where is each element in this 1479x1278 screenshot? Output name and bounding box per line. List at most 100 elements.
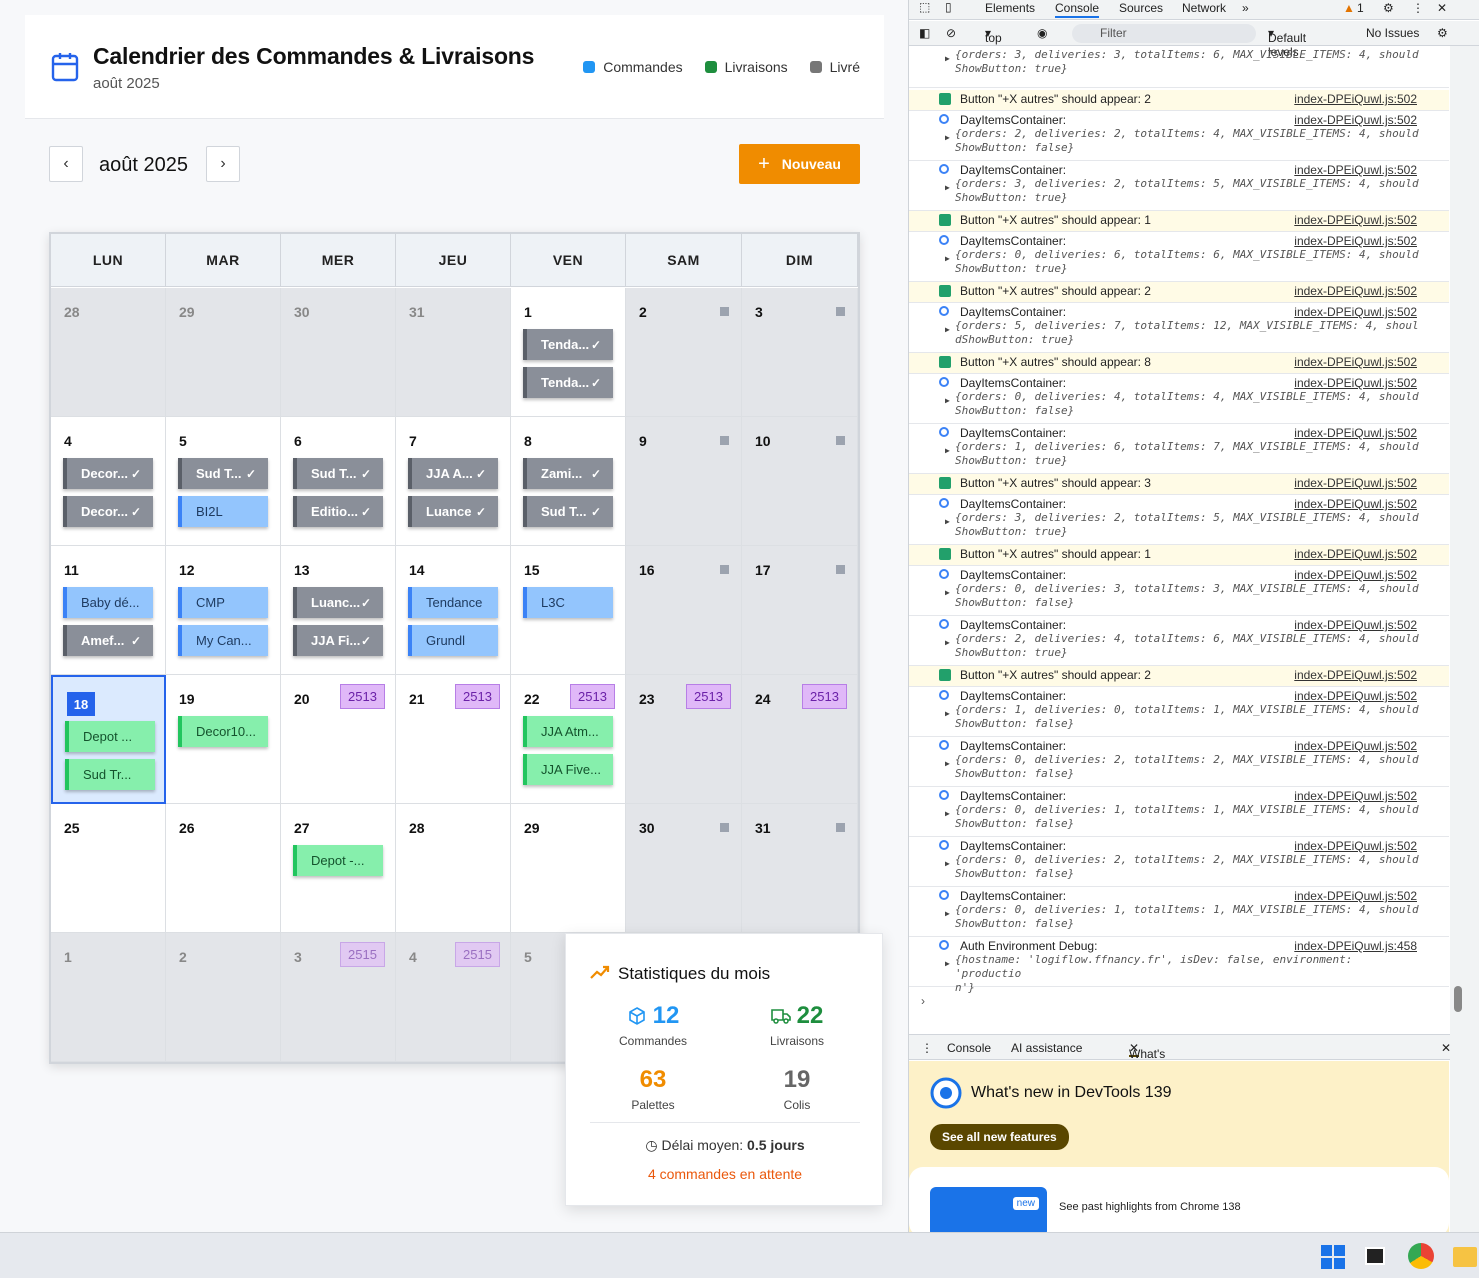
delivered-item[interactable]: JJA Fi... ✓ bbox=[293, 625, 383, 656]
close-icon[interactable]: ✕ bbox=[1437, 1, 1447, 15]
see-all-features-button[interactable]: See all new features bbox=[930, 1124, 1069, 1150]
log-source-link[interactable]: index-DPEiQuwl.js:502 bbox=[1294, 476, 1417, 490]
console-log-entry[interactable]: DayItemsContainer: index-DPEiQuwl.js:502 ▶… bbox=[909, 232, 1449, 282]
console-log-success[interactable]: Button "+X autres" should appear: 2 index… bbox=[909, 282, 1449, 303]
inspect-icon[interactable]: ⬚ bbox=[919, 0, 930, 14]
log-source-link[interactable]: index-DPEiQuwl.js:502 bbox=[1294, 234, 1417, 248]
delivered-item[interactable]: Tenda... ✓ bbox=[523, 367, 613, 398]
delivered-item[interactable]: Sud T... ✓ bbox=[523, 496, 613, 527]
tab-elements[interactable]: Elements bbox=[985, 1, 1035, 15]
prev-month-button[interactable]: ‹ bbox=[49, 146, 83, 182]
console-prompt[interactable]: › bbox=[921, 994, 925, 1008]
delivered-item[interactable]: Decor... ✓ bbox=[63, 496, 153, 527]
order-item[interactable]: BI2L bbox=[178, 496, 268, 527]
day-cell[interactable]: 3 2515 bbox=[281, 933, 396, 1062]
expand-triangle-icon[interactable]: ▶ bbox=[945, 709, 950, 718]
task-view-icon[interactable] bbox=[1365, 1247, 1385, 1265]
day-cell[interactable]: 4 Decor... ✓ Decor... ✓ bbox=[51, 417, 166, 546]
delivered-item[interactable]: Sud T... ✓ bbox=[178, 458, 268, 489]
day-cell[interactable]: 24 2513 bbox=[742, 675, 858, 804]
console-log-entry[interactable]: DayItemsContainer: index-DPEiQuwl.js:502 ▶… bbox=[909, 303, 1449, 353]
drawer-tab-whats-new[interactable]: What's new ✕ bbox=[1129, 1041, 1165, 1075]
expand-triangle-icon[interactable]: ▶ bbox=[945, 959, 950, 968]
console-settings-icon[interactable]: ⚙ bbox=[1437, 26, 1448, 40]
log-source-link[interactable]: index-DPEiQuwl.js:502 bbox=[1294, 92, 1417, 106]
expand-triangle-icon[interactable]: ▶ bbox=[945, 133, 950, 142]
console-log-entry[interactable]: DayItemsContainer: index-DPEiQuwl.js:502 ▶… bbox=[909, 787, 1449, 837]
console-log-entry[interactable]: DayItemsContainer: index-DPEiQuwl.js:502 ▶… bbox=[909, 495, 1449, 545]
day-cell[interactable]: 25 bbox=[51, 804, 166, 933]
expand-triangle-icon[interactable]: ▶ bbox=[945, 325, 950, 334]
console-log-entry[interactable]: DayItemsContainer: index-DPEiQuwl.js:502 ▶… bbox=[909, 161, 1449, 211]
day-cell[interactable]: 28 bbox=[396, 804, 511, 933]
day-cell[interactable]: 31 bbox=[742, 804, 858, 933]
console-log-entry[interactable]: DayItemsContainer: index-DPEiQuwl.js:502 ▶… bbox=[909, 687, 1449, 737]
drawer-menu-icon[interactable]: ⋮ bbox=[921, 1041, 933, 1055]
console-log-entry[interactable]: DayItemsContainer: index-DPEiQuwl.js:502 ▶… bbox=[909, 887, 1449, 937]
console-log-entry[interactable]: DayItemsContainer: index-DPEiQuwl.js:502 ▶… bbox=[909, 111, 1449, 161]
day-cell[interactable]: 30 bbox=[281, 288, 396, 417]
log-source-link[interactable]: index-DPEiQuwl.js:502 bbox=[1294, 689, 1417, 703]
delivery-item[interactable]: Decor10... bbox=[178, 716, 268, 747]
day-cell[interactable]: 10 bbox=[742, 417, 858, 546]
expand-triangle-icon[interactable]: ▶ bbox=[945, 183, 950, 192]
day-cell[interactable]: 1 Tenda... ✓ Tenda... ✓ bbox=[511, 288, 626, 417]
log-source-link[interactable]: index-DPEiQuwl.js:502 bbox=[1294, 739, 1417, 753]
log-source-link[interactable]: index-DPEiQuwl.js:502 bbox=[1294, 789, 1417, 803]
console-log-entry[interactable]: ▶ {orders: 3, deliveries: 3, totalItems: … bbox=[909, 46, 1449, 88]
day-cell[interactable]: 20 2513 bbox=[281, 675, 396, 804]
day-cell[interactable]: 2 bbox=[626, 288, 742, 417]
day-cell[interactable]: 8 Zami... ✓ Sud T... ✓ bbox=[511, 417, 626, 546]
file-explorer-icon[interactable] bbox=[1453, 1247, 1477, 1267]
expand-triangle-icon[interactable]: ▶ bbox=[945, 446, 950, 455]
log-source-link[interactable]: index-DPEiQuwl.js:502 bbox=[1294, 355, 1417, 369]
delivered-item[interactable]: Amef... ✓ bbox=[63, 625, 153, 656]
delivery-item[interactable]: Sud Tr... bbox=[65, 759, 155, 790]
clear-console-icon[interactable]: ⊘ bbox=[946, 26, 956, 40]
log-source-link[interactable]: index-DPEiQuwl.js:502 bbox=[1294, 668, 1417, 682]
delivered-item[interactable]: Sud T... ✓ bbox=[293, 458, 383, 489]
log-source-link[interactable]: index-DPEiQuwl.js:502 bbox=[1294, 284, 1417, 298]
more-tabs-icon[interactable]: » bbox=[1242, 1, 1249, 15]
console-log-entry[interactable]: DayItemsContainer: index-DPEiQuwl.js:502 ▶… bbox=[909, 837, 1449, 887]
day-cell[interactable]: 27 Depot -... bbox=[281, 804, 396, 933]
sidebar-toggle-icon[interactable]: ◧ bbox=[919, 26, 930, 40]
day-cell[interactable]: 26 bbox=[166, 804, 281, 933]
delivered-item[interactable]: Luance ✓ bbox=[408, 496, 498, 527]
console-log-success[interactable]: Button "+X autres" should appear: 2 index… bbox=[909, 90, 1449, 111]
log-source-link[interactable]: index-DPEiQuwl.js:502 bbox=[1294, 568, 1417, 582]
console-log-entry[interactable]: DayItemsContainer: index-DPEiQuwl.js:502 ▶… bbox=[909, 424, 1449, 474]
windows-start-icon[interactable] bbox=[1321, 1245, 1345, 1269]
day-cell[interactable]: 4 2515 bbox=[396, 933, 511, 1062]
delivered-item[interactable]: Luanc... ✓ bbox=[293, 587, 383, 618]
console-log-success[interactable]: Button "+X autres" should appear: 2 index… bbox=[909, 666, 1449, 687]
log-source-link[interactable]: index-DPEiQuwl.js:458 bbox=[1294, 939, 1417, 953]
log-source-link[interactable]: index-DPEiQuwl.js:502 bbox=[1294, 305, 1417, 319]
log-source-link[interactable]: index-DPEiQuwl.js:502 bbox=[1294, 426, 1417, 440]
order-item[interactable]: L3C bbox=[523, 587, 613, 618]
log-levels-select[interactable]: Default levels ▾ bbox=[1268, 26, 1306, 59]
order-item[interactable]: My Can... bbox=[178, 625, 268, 656]
context-select[interactable]: top ▾ bbox=[985, 26, 1002, 45]
day-cell[interactable]: 23 2513 bbox=[626, 675, 742, 804]
scrollbar-thumb[interactable] bbox=[1454, 986, 1462, 1012]
expand-triangle-icon[interactable]: ▶ bbox=[945, 909, 950, 918]
delivery-item[interactable]: JJA Five... bbox=[523, 754, 613, 785]
day-cell[interactable]: 14 Tendance Grundl bbox=[396, 546, 511, 675]
tab-console[interactable]: Console bbox=[1055, 1, 1100, 18]
day-cell[interactable]: 3 bbox=[742, 288, 858, 417]
day-cell[interactable]: 2 bbox=[166, 933, 281, 1062]
expand-triangle-icon[interactable]: ▶ bbox=[945, 254, 950, 263]
day-cell[interactable]: 31 bbox=[396, 288, 511, 417]
console-log-success[interactable]: Button "+X autres" should appear: 3 index… bbox=[909, 474, 1449, 495]
next-month-button[interactable]: › bbox=[206, 146, 240, 182]
day-cell[interactable]: 19 Decor10... bbox=[166, 675, 281, 804]
delivered-item[interactable]: Decor... ✓ bbox=[63, 458, 153, 489]
chrome-icon[interactable] bbox=[1408, 1243, 1434, 1269]
log-source-link[interactable]: index-DPEiQuwl.js:502 bbox=[1294, 213, 1417, 227]
new-button[interactable]: + Nouveau bbox=[739, 144, 860, 184]
order-item[interactable]: Baby dé... bbox=[63, 587, 153, 618]
day-cell[interactable]: 21 2513 bbox=[396, 675, 511, 804]
warning-icon[interactable]: ▲ bbox=[1343, 1, 1355, 15]
day-cell-today[interactable]: 18 Depot ... Sud Tr... bbox=[51, 675, 166, 804]
